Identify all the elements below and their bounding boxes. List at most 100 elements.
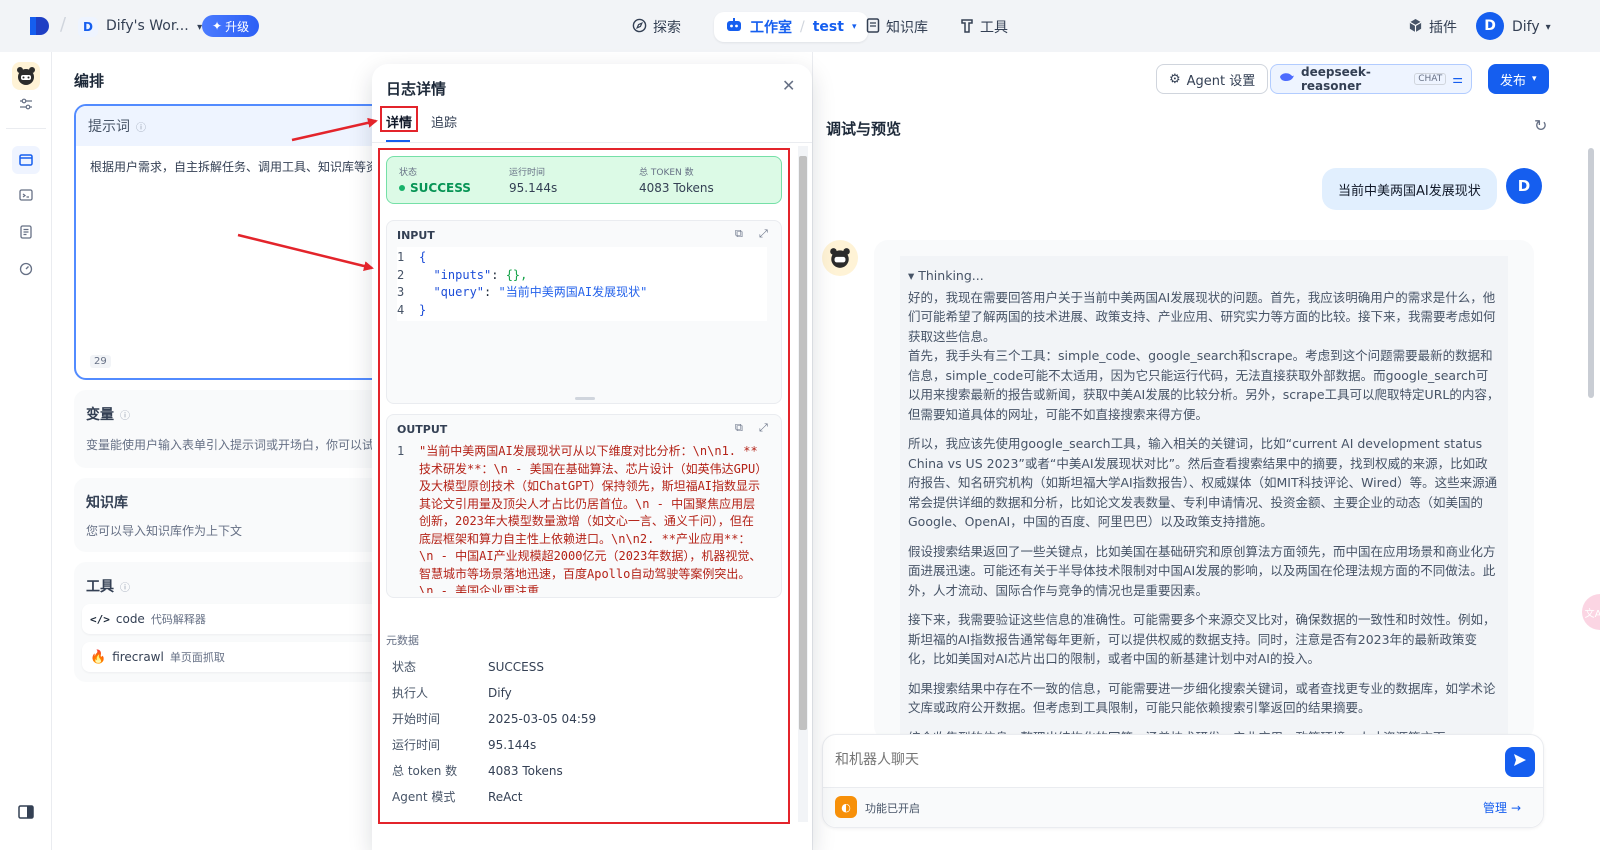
breadcrumb-separator: / xyxy=(800,19,805,35)
output-code-body: "当前中美两国AI发展现状可从以下维度对比分析：\n\n1. **技术研发**：… xyxy=(419,444,762,593)
tools-label: 工具 xyxy=(86,579,114,595)
meta-row: 状态 SUCCESS xyxy=(392,658,544,675)
nav-studio-label: 工作室 xyxy=(750,20,792,36)
sidebar-item-orchestrate[interactable] xyxy=(12,146,40,174)
tool-icon xyxy=(960,18,974,37)
robot-icon xyxy=(726,18,742,36)
chat-input[interactable] xyxy=(835,747,1475,771)
current-app-name[interactable]: test xyxy=(813,19,844,35)
publish-label: 发布 xyxy=(1500,73,1527,89)
user-name: Dify xyxy=(1512,19,1540,35)
arrow-right-icon: → xyxy=(1511,800,1522,815)
expand-icon[interactable]: ⤢ xyxy=(759,227,768,241)
nav-plugins[interactable]: 插件 xyxy=(1408,15,1457,39)
meta-key: 总 token 数 xyxy=(392,764,458,778)
publish-button[interactable]: 发布 ▾ xyxy=(1488,64,1549,94)
tokens-value: 4083 Tokens xyxy=(639,181,714,195)
thinking-toggle[interactable]: ▾ Thinking... xyxy=(908,266,1500,286)
top-navigation-bar: / D Dify's Wor... ▾ ✦ 升级 探索 工作室 / test ▾… xyxy=(0,0,1600,52)
app-settings-icon[interactable] xyxy=(14,92,38,116)
metadata-label: 元数据 xyxy=(386,634,419,647)
send-button[interactable] xyxy=(1505,747,1535,777)
fire-icon: 🔥 xyxy=(90,649,107,665)
dify-logo-icon[interactable] xyxy=(28,14,52,38)
input-label: INPUT xyxy=(397,229,435,242)
user-avatar[interactable]: D xyxy=(1476,12,1504,40)
chevron-down-icon: ▾ xyxy=(1545,21,1551,33)
meta-row: Agent 模式 ReAct xyxy=(392,788,522,805)
user-avatar: D xyxy=(1506,168,1542,204)
workspace-selector[interactable]: Dify's Wor... ▾ xyxy=(106,18,202,34)
knowledge-section: 知识库 您可以导入知识库作为上下文 xyxy=(74,478,394,552)
nav-knowledge[interactable]: 知识库 xyxy=(866,15,928,39)
manage-link[interactable]: 管理 → xyxy=(1483,799,1521,816)
runtime-value: 95.144s xyxy=(509,181,558,195)
tool-desc: 代码解释器 xyxy=(150,613,206,626)
nav-explore[interactable]: 探索 xyxy=(632,15,681,39)
send-icon xyxy=(1513,753,1527,771)
tool-name: code xyxy=(115,612,145,626)
translate-float-icon[interactable]: 文A xyxy=(1582,594,1600,630)
line-number: 4 xyxy=(397,302,405,317)
variables-label: 变量 xyxy=(86,407,114,423)
nav-knowledge-label: 知识库 xyxy=(886,20,928,36)
sliders-icon[interactable]: ⚌ xyxy=(1452,72,1463,86)
variables-section: 变量 ⓘ 变量能使用户输入表单引入提示词或开场白，你可以试试在 xyxy=(74,390,398,468)
help-icon: ⓘ xyxy=(120,582,130,594)
refresh-icon[interactable]: ↻ xyxy=(1534,116,1547,135)
user-menu[interactable]: Dify ▾ xyxy=(1512,15,1551,39)
line-number: 1 xyxy=(397,250,405,264)
runtime-label: 运行时间 xyxy=(509,168,546,178)
tool-item-firecrawl[interactable]: 🔥 firecrawl 单页面抓取 xyxy=(82,642,386,672)
thinking-paragraph: 好的，我现在需要回答用户关于当前中美两国AI发展现状的问题。首先，我应该明确用户… xyxy=(908,289,1500,422)
prompt-text[interactable]: 根据用户需求，自主拆解任务、调用工具、知识库等资 xyxy=(76,146,392,187)
cube-icon xyxy=(1408,18,1423,37)
prompt-editor[interactable]: 提示词 ⓘ 根据用户需求，自主拆解任务、调用工具、知识库等资 29 xyxy=(74,104,394,380)
upgrade-button[interactable]: ✦ 升级 xyxy=(202,15,260,37)
log-title: 日志详情 xyxy=(386,80,447,98)
whale-icon xyxy=(1279,71,1295,87)
sidebar-item-logs[interactable] xyxy=(14,220,38,244)
sidebar-item-api[interactable] xyxy=(14,183,38,207)
sidebar-divider xyxy=(6,128,46,129)
app-sidebar xyxy=(0,52,52,850)
copy-icon[interactable]: ⧉ xyxy=(735,227,743,241)
resize-handle[interactable] xyxy=(575,397,595,400)
debug-preview-panel: ⚙ Agent 设置 deepseek-reasoner CHAT ⚌ 发布 ▾… xyxy=(812,52,1600,850)
app-icon[interactable] xyxy=(12,62,40,90)
feature-enabled-text: 功能已开启 xyxy=(865,802,920,815)
scrollbar-thumb[interactable] xyxy=(799,156,807,730)
meta-value: 4083 Tokens xyxy=(488,764,563,778)
agent-settings-button[interactable]: ⚙ Agent 设置 xyxy=(1156,64,1269,94)
model-name: deepseek-reasoner xyxy=(1301,65,1371,93)
scrollbar-thumb[interactable] xyxy=(1588,148,1594,398)
tool-item-code[interactable]: </> code 代码解释器 xyxy=(82,604,386,634)
code-icon: </> xyxy=(90,612,110,626)
feature-icon: ◐ xyxy=(835,796,857,818)
manage-label: 管理 xyxy=(1483,801,1508,815)
copy-icon[interactable]: ⧉ xyxy=(735,421,743,435)
thinking-paragraph: 接下来，我需要验证这些信息的准确性。可能需要多个来源交叉比对，确保数据的一致性和… xyxy=(908,612,1496,666)
meta-value: ReAct xyxy=(488,790,523,804)
close-icon[interactable]: ✕ xyxy=(782,76,795,95)
tab-trace[interactable]: 追踪 xyxy=(431,112,457,131)
explore-icon xyxy=(632,18,647,37)
expand-icon[interactable]: ⤢ xyxy=(759,421,768,435)
panel-divider xyxy=(812,52,813,850)
meta-row: 执行人 Dify xyxy=(392,684,512,701)
meta-key: 运行时间 xyxy=(392,738,441,752)
prompt-char-count: 29 xyxy=(90,355,111,368)
nav-tools[interactable]: 工具 xyxy=(960,15,1008,39)
collapse-sidebar-icon[interactable] xyxy=(14,800,38,824)
input-code-panel: INPUT ⧉ ⤢ 1{ 2 "inputs": {}, 3 "query": … xyxy=(386,220,782,404)
chevron-down-icon: ▾ xyxy=(851,22,857,32)
thinking-block: ▾ Thinking... 好的，我现在需要回答用户关于当前中美两国AI发展现状… xyxy=(900,256,1508,736)
meta-value: SUCCESS xyxy=(488,660,544,674)
nav-studio[interactable]: 工作室 / test ▾ xyxy=(714,12,869,42)
model-selector[interactable]: deepseek-reasoner CHAT ⚌ xyxy=(1270,64,1472,94)
meta-value: 2025-03-05 04:59 xyxy=(488,712,597,726)
variables-description: 变量能使用户输入表单引入提示词或开场白，你可以试试在 xyxy=(86,438,399,452)
line-number: 3 xyxy=(397,285,405,299)
sidebar-item-monitoring[interactable] xyxy=(14,257,38,281)
tab-detail[interactable]: 详情 xyxy=(386,112,412,131)
